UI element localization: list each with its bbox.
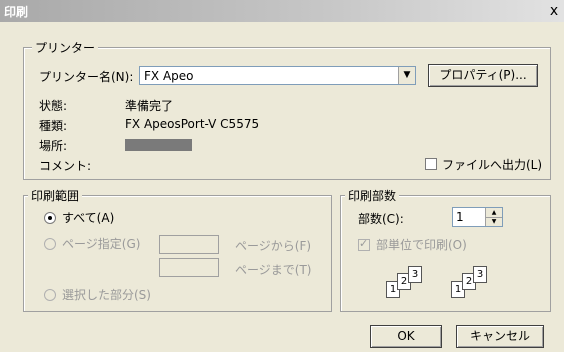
from-page-input[interactable] bbox=[159, 235, 219, 254]
location-value-redacted bbox=[125, 139, 192, 151]
location-label: 場所: bbox=[39, 139, 68, 153]
close-button[interactable]: x bbox=[546, 3, 562, 19]
type-label: 種類: bbox=[39, 119, 68, 133]
copies-count-spinner[interactable]: 1 ▲ ▼ bbox=[452, 207, 503, 227]
to-page-label: ページまで(T) bbox=[235, 263, 312, 277]
chevron-down-icon[interactable]: ▼ bbox=[398, 67, 415, 84]
dialog-title: 印刷 bbox=[4, 5, 29, 19]
status-value: 準備完了 bbox=[125, 99, 174, 113]
printer-name-label: プリンター名(N): bbox=[39, 70, 134, 84]
print-all-radio[interactable] bbox=[44, 212, 56, 224]
selection-label[interactable]: 選択した部分(S) bbox=[62, 286, 151, 303]
print-dialog: 印刷 x プリンター プリンター名(N): FX Apeo ▼ プロパティ(P)… bbox=[0, 0, 564, 352]
title-bar[interactable]: 印刷 x bbox=[0, 0, 564, 22]
to-page-input[interactable] bbox=[159, 258, 219, 277]
printer-group-label: プリンター bbox=[32, 39, 99, 56]
copies-count-value: 1 bbox=[456, 210, 464, 224]
collate-checkbox[interactable]: ✓ bbox=[358, 237, 370, 251]
radio-selected-dot bbox=[48, 216, 52, 220]
checkmark-icon: ✓ bbox=[359, 237, 369, 250]
print-to-file-checkbox[interactable] bbox=[425, 158, 437, 170]
cancel-button[interactable]: キャンセル bbox=[456, 325, 544, 348]
spinner-buttons: ▲ ▼ bbox=[485, 208, 502, 226]
collate-label[interactable]: 部単位で印刷(O) bbox=[376, 236, 467, 253]
status-label: 状態: bbox=[39, 99, 68, 113]
copies-group-label: 印刷部数 bbox=[345, 187, 400, 204]
ok-button[interactable]: OK bbox=[370, 325, 442, 348]
collate-page-icon: 3 bbox=[408, 266, 422, 283]
page-range-radio[interactable] bbox=[44, 238, 56, 250]
collate-page-icon: 3 bbox=[473, 266, 487, 283]
print-range-group-label: 印刷範囲 bbox=[28, 187, 83, 204]
print-to-file-label[interactable]: ファイルへ出力(L) bbox=[442, 156, 542, 173]
copies-count-label: 部数(C): bbox=[358, 212, 404, 226]
selection-radio[interactable] bbox=[44, 289, 56, 301]
from-page-label: ページから(F) bbox=[235, 239, 312, 253]
print-all-label[interactable]: すべて(A) bbox=[62, 209, 114, 226]
printer-name-value: FX Apeo bbox=[144, 69, 194, 83]
comment-label: コメント: bbox=[39, 159, 92, 173]
page-range-label[interactable]: ページ指定(G) bbox=[62, 235, 140, 252]
spin-down-icon[interactable]: ▼ bbox=[486, 217, 502, 226]
type-value: FX ApeosPort-V C5575 bbox=[125, 117, 260, 131]
properties-button[interactable]: プロパティ(P)... bbox=[428, 64, 538, 87]
printer-name-select[interactable]: FX Apeo ▼ bbox=[139, 66, 416, 85]
